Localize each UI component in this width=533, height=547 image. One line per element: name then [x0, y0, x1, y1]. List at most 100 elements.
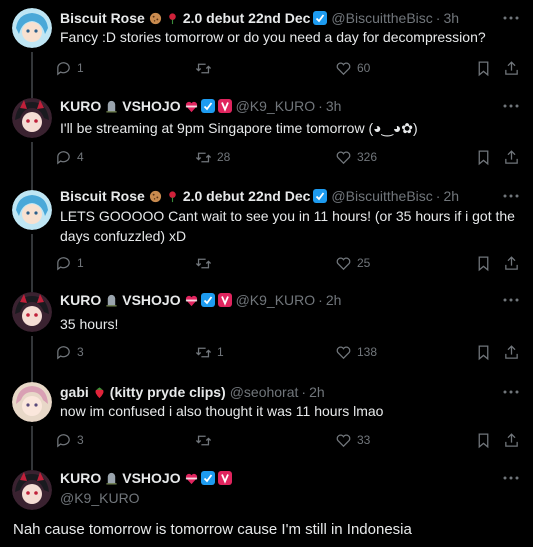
bookmark-icon: [478, 255, 489, 271]
tweet-actions: 3 33: [55, 430, 533, 450]
reply-button[interactable]: 4: [55, 147, 84, 167]
tweet[interactable]: Biscuit Rose 2.0 debut 22nd Dec @Biscuit…: [0, 182, 533, 284]
separator: ·: [318, 98, 323, 114]
bookmark-button[interactable]: [475, 253, 492, 273]
handle[interactable]: @BiscuittheBisc: [331, 188, 432, 204]
avatar[interactable]: [12, 292, 52, 332]
reply-button[interactable]: 3: [55, 342, 84, 362]
tweet-actions: 3 1 138: [55, 342, 533, 362]
like-button[interactable]: 25: [335, 253, 370, 273]
handle[interactable]: @K9_KURO: [236, 98, 316, 114]
avatar[interactable]: [12, 470, 52, 510]
avatar[interactable]: [12, 98, 52, 138]
name-suffix: 2.0 debut 22nd Dec: [182, 188, 311, 204]
retweet-button[interactable]: [195, 253, 217, 273]
share-button[interactable]: [503, 253, 520, 273]
thread-line: [31, 142, 33, 182]
handle[interactable]: @K9_KURO: [60, 490, 140, 506]
tweet[interactable]: KURO VSHOJO @K9_KURO · 2h 35 hours! 3 1 …: [0, 284, 533, 374]
share-button[interactable]: [503, 342, 520, 362]
verified-icon: [313, 189, 328, 203]
share-icon: [505, 255, 518, 270]
like-count: 326: [357, 150, 378, 164]
name-suffix: VSHOJO: [122, 470, 181, 486]
handle[interactable]: @K9_KURO: [236, 292, 316, 308]
display-name[interactable]: gabi: [60, 384, 89, 400]
handle[interactable]: @seohorat: [230, 384, 299, 400]
like-count: 138: [357, 345, 378, 359]
like-button[interactable]: 326: [335, 147, 377, 167]
reply-button[interactable]: 1: [55, 253, 84, 273]
heart-icon: [336, 345, 351, 359]
tweet[interactable]: Biscuit Rose 2.0 debut 22nd Dec @Biscuit…: [0, 0, 533, 90]
display-name[interactable]: KURO: [60, 470, 101, 486]
bookmark-button[interactable]: [475, 147, 492, 167]
more-options-icon[interactable]: [502, 469, 520, 487]
timestamp[interactable]: 2h: [309, 384, 325, 400]
retweet-button[interactable]: 1: [195, 342, 224, 362]
thread-line: [31, 90, 33, 98]
retweet-count: 28: [217, 150, 231, 164]
thread-line: [31, 284, 33, 292]
tombstone-icon: [105, 294, 118, 307]
strawberry-icon: [93, 386, 106, 399]
like-count: 25: [357, 256, 371, 270]
retweet-icon: [195, 347, 212, 357]
thread-line: [31, 52, 33, 90]
share-button[interactable]: [503, 58, 520, 78]
handle[interactable]: @BiscuittheBisc: [331, 10, 432, 26]
share-button[interactable]: [503, 430, 520, 450]
reply-button[interactable]: 1: [55, 58, 84, 78]
display-name[interactable]: KURO: [60, 292, 101, 308]
more-options-icon[interactable]: [502, 9, 520, 27]
verified-icon: [200, 99, 215, 113]
retweet-button[interactable]: [195, 58, 217, 78]
avatar[interactable]: [12, 190, 52, 230]
tombstone-icon: [105, 472, 118, 485]
timestamp[interactable]: 3h: [443, 10, 459, 26]
name-suffix: 2.0 debut 22nd Dec: [182, 10, 311, 26]
avatar[interactable]: [12, 8, 52, 48]
more-options-icon[interactable]: [502, 383, 520, 401]
display-name[interactable]: Biscuit Rose: [60, 10, 145, 26]
tweet[interactable]: KURO VSHOJO @K9_KURO · 3h I'll be stream…: [0, 90, 533, 182]
main-tweet-text: Nah cause tomorrow is tomorrow cause I'm…: [13, 521, 412, 538]
separator: ·: [435, 188, 441, 204]
like-button[interactable]: 60: [335, 58, 370, 78]
display-name[interactable]: KURO: [60, 98, 101, 114]
share-icon: [505, 149, 518, 164]
vshojo-badge-icon: [217, 99, 232, 113]
bookmark-button[interactable]: [475, 58, 492, 78]
like-button[interactable]: 138: [335, 342, 377, 362]
thread-line: [31, 426, 33, 464]
heart-ribbon-icon: [185, 472, 198, 485]
timestamp[interactable]: 2h: [326, 292, 342, 308]
verified-icon: [200, 471, 215, 485]
more-options-icon[interactable]: [502, 97, 520, 115]
share-button[interactable]: [503, 147, 520, 167]
retweet-button[interactable]: [195, 430, 217, 450]
like-button[interactable]: 33: [335, 430, 370, 450]
like-count: 60: [357, 61, 371, 75]
tweet-text: LETS GOOOOO Cant wait to see you in 11 h…: [60, 208, 515, 244]
avatar[interactable]: [12, 382, 52, 422]
more-options-icon[interactable]: [502, 291, 520, 309]
tweet[interactable]: gabi (kitty pryde clips) @seohorat · 2h …: [0, 374, 533, 464]
timestamp[interactable]: 3h: [326, 98, 342, 114]
more-options-icon[interactable]: [502, 187, 520, 205]
tweet-actions: 4 28 326: [55, 147, 533, 167]
verified-icon: [313, 11, 328, 25]
display-name[interactable]: Biscuit Rose: [60, 188, 145, 204]
reply-count: 1: [77, 256, 84, 270]
timestamp[interactable]: 2h: [443, 188, 459, 204]
bookmark-button[interactable]: [475, 430, 492, 450]
retweet-button[interactable]: 28: [195, 147, 230, 167]
retweet-icon: [195, 63, 212, 73]
bookmark-icon: [478, 344, 489, 360]
main-tweet[interactable]: KURO VSHOJO @K9_KURO Nah cause tomorrow …: [0, 464, 533, 547]
retweet-icon: [195, 435, 212, 445]
bookmark-button[interactable]: [475, 342, 492, 362]
name-suffix: VSHOJO: [122, 292, 181, 308]
reply-button[interactable]: 3: [55, 430, 84, 450]
tweet-text: 35 hours!: [60, 316, 119, 332]
